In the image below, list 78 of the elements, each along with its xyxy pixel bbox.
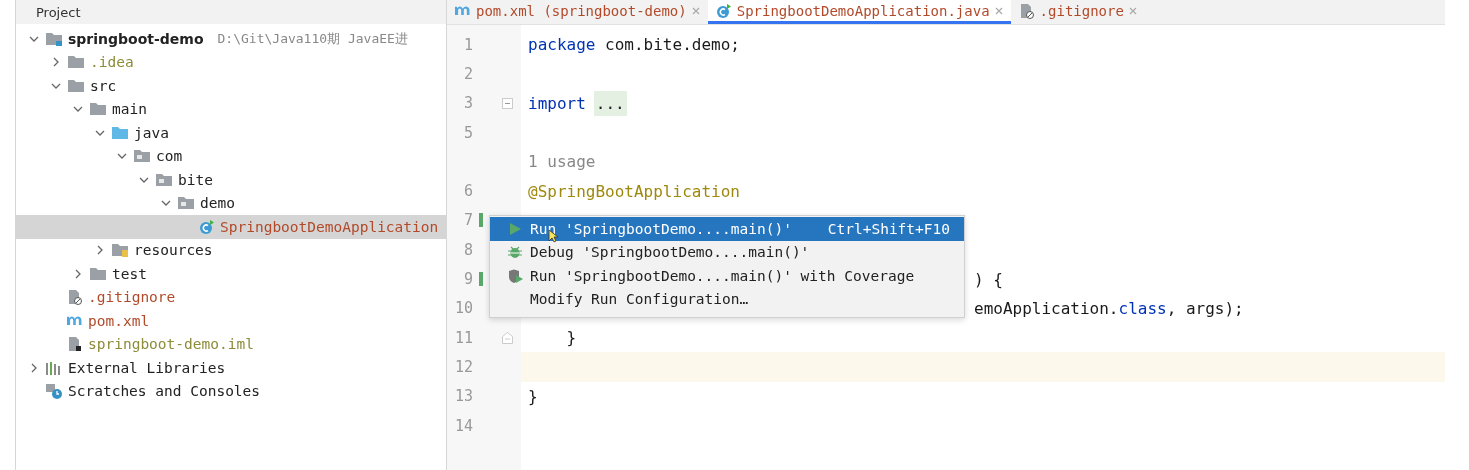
- class-icon: [199, 218, 215, 235]
- module-folder-icon: [45, 30, 63, 47]
- menu-item[interactable]: Run 'SpringbootDemo....main()' Ctrl+Shift+F10: [490, 217, 964, 241]
- file-icon: [67, 336, 83, 353]
- line-number: 5: [462, 123, 473, 142]
- line-number: 10: [453, 299, 473, 318]
- folder-icon: [67, 54, 85, 71]
- line-number: 1: [462, 35, 473, 54]
- maven-icon: [455, 6, 471, 15]
- menu-item[interactable]: Modify Run Configuration…: [490, 287, 964, 311]
- chevron-right-icon: [51, 57, 61, 68]
- close-icon: [691, 6, 700, 15]
- code-line: package com.bite.demo;: [528, 35, 740, 55]
- editor-tab[interactable]: .gitignore: [1010, 0, 1145, 24]
- package-icon: [155, 171, 173, 188]
- editor-tab[interactable]: SpringbootDemoApplication.java: [707, 0, 1011, 24]
- file-icon: [1018, 2, 1035, 19]
- line-number: 8: [462, 240, 473, 259]
- run-marker-icon[interactable]: [479, 272, 483, 286]
- tree-item[interactable]: .gitignore: [16, 285, 446, 309]
- code-line: import ...: [528, 93, 627, 113]
- bug-icon: [508, 245, 522, 260]
- line-number: 14: [453, 416, 473, 435]
- line-number: 12: [453, 357, 473, 376]
- line-number: 7: [462, 211, 473, 230]
- run-marker-icon[interactable]: [479, 213, 483, 228]
- class-icon: [715, 2, 732, 19]
- run-icon: [508, 221, 522, 236]
- chevron-right-icon: [95, 245, 105, 256]
- line-number: 13: [453, 387, 473, 406]
- tree-item[interactable]: main: [16, 97, 446, 121]
- menu-item[interactable]: Run 'SpringbootDemo....main()' with Coverage: [490, 264, 964, 288]
- package-icon: [133, 148, 151, 165]
- line-number: 6: [462, 182, 473, 201]
- line-number: 3: [462, 94, 473, 113]
- chevron-right-icon: [29, 362, 39, 373]
- tree-item[interactable]: External Libraries: [16, 356, 446, 380]
- tree-item[interactable]: com: [16, 144, 446, 168]
- tree-item[interactable]: test: [16, 262, 446, 286]
- line-number: 11: [453, 328, 473, 347]
- tree-item[interactable]: springboot-demo.iml: [16, 332, 446, 356]
- code-line: }: [528, 386, 538, 406]
- panel-title[interactable]: Project: [36, 4, 81, 20]
- code-line: }: [565, 328, 577, 348]
- scratches-icon: [45, 383, 63, 400]
- line-number: 9: [462, 270, 473, 288]
- tree-item[interactable]: springboot-demo D:\Git\Java110期 JavaEE进: [16, 27, 446, 51]
- usage-hint[interactable]: 1 usage: [528, 152, 596, 172]
- resources-folder-icon: [111, 242, 129, 259]
- tree-item[interactable]: java: [16, 121, 446, 145]
- file-icon: [67, 289, 83, 306]
- fold-icon[interactable]: [502, 97, 513, 109]
- folder-icon: [67, 77, 85, 94]
- close-icon: [1128, 6, 1137, 15]
- package-icon: [177, 195, 195, 212]
- close-icon: [994, 6, 1003, 15]
- tree-item[interactable]: pom.xml: [16, 309, 446, 333]
- code-line: @SpringBootApplication: [528, 181, 740, 201]
- tree-item[interactable]: .idea: [16, 50, 446, 74]
- tree-item[interactable]: SpringbootDemoApplication: [16, 215, 446, 239]
- folder-icon: [89, 265, 107, 282]
- menu-item[interactable]: Debug 'SpringbootDemo....main()': [490, 240, 964, 264]
- code-line: ) {: [974, 269, 1003, 289]
- code-line: emoApplication.class, args);: [974, 298, 1244, 318]
- folder-icon: [111, 124, 129, 141]
- chevron-right-icon: [73, 268, 83, 279]
- libraries-icon: [45, 359, 63, 376]
- tree-item[interactable]: Scratches and Consoles: [16, 379, 446, 403]
- tree-item[interactable]: resources: [16, 238, 446, 262]
- fold-end-icon[interactable]: [502, 331, 513, 344]
- folder-icon: [89, 101, 107, 118]
- tree-item[interactable]: src: [16, 74, 446, 98]
- line-number: 2: [462, 64, 473, 83]
- editor-tab[interactable]: pom.xml (springboot-demo): [447, 0, 708, 24]
- tree-item[interactable]: bite: [16, 168, 446, 192]
- maven-icon: [67, 316, 83, 326]
- shield-run-icon: [508, 268, 524, 283]
- tree-item[interactable]: demo: [16, 191, 446, 215]
